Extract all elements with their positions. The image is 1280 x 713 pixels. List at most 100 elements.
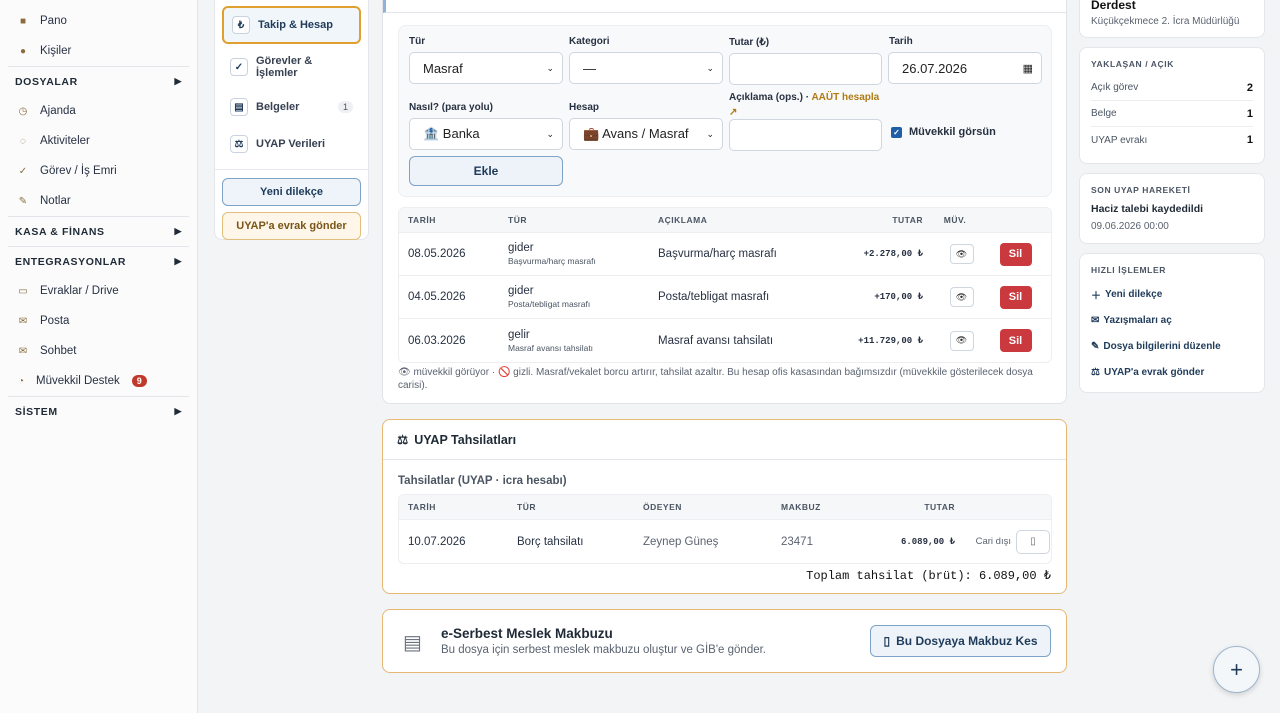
send-uyap-button[interactable]: UYAP'a evrak gönder — [222, 212, 361, 241]
row-type: Borç tahsilatı — [517, 535, 584, 548]
quick-send-uyap[interactable]: ⚖ UYAP'a evrak gönder — [1080, 359, 1264, 385]
last-action-date: 09.06.2026 00:00 — [1091, 221, 1169, 232]
date-input[interactable]: 26.07.2026 ▦ — [888, 52, 1042, 84]
sidebar-section-dosyalar[interactable]: DOSYALAR ▶ — [8, 66, 189, 96]
type-select[interactable]: Masraf ⌄ — [409, 52, 563, 84]
sidebar-item-pano[interactable]: ■ Pano — [0, 6, 197, 36]
table-row: 08.05.2026 gider Başvurma/harç masrafı Ba… — [399, 233, 1051, 276]
item-count: 1 — [1246, 107, 1253, 120]
note-icon: ✎ — [18, 195, 28, 207]
list-item[interactable]: Belge 1 — [1091, 101, 1253, 127]
client-visible-checkbox[interactable]: ✓ Müvekkil görsün — [891, 126, 996, 138]
delete-button[interactable]: Sil — [999, 329, 1032, 352]
sidebar-item-label: Görev / İş Emri — [40, 165, 117, 177]
sidebar-item-kisiler[interactable]: ● Kişiler — [0, 36, 197, 66]
tab-label: Takip & Hesap — [258, 18, 333, 31]
sidebar-item-gorev[interactable]: ✓ Görev / İş Emri — [0, 156, 197, 186]
ledger-table: TARİH TÜR AÇIKLAMA TUTAR MÜV. 08.05.2026… — [398, 207, 1052, 363]
list-item[interactable]: Açık görev 2 — [1091, 75, 1253, 101]
sidebar-item-evraklar[interactable]: ▭ Evraklar / Drive — [0, 276, 197, 306]
ledger-card: Tür Masraf ⌄ Kategori — ⌄ Tutar (₺) Tari… — [382, 0, 1067, 404]
quick-new-petition[interactable]: ＋ Yeni dilekçe — [1080, 281, 1264, 307]
chat-icon: ✉ — [18, 345, 28, 357]
chevron-right-icon: ▶ — [174, 226, 182, 236]
uyap-table: TARİH TÜR ÖDEYEN MAKBUZ TUTAR 10.07.2026… — [398, 494, 1052, 564]
sidebar-item-ajanda[interactable]: ◷ Ajanda — [0, 96, 197, 126]
uyap-collections-card: ⚖ UYAP Tahsilatları Tahsilatlar (UYAP · … — [382, 419, 1067, 594]
row-type-text: gelir — [508, 328, 530, 341]
row-date: 08.05.2026 — [408, 248, 466, 260]
sidebar-item-aktiviteler[interactable]: ◌ Aktiviteler — [0, 126, 197, 156]
court-name: Küçükçekmece 2. İcra Müdürlüğü — [1091, 16, 1240, 27]
case-summary-card: Derdest Küçükçekmece 2. İcra Müdürlüğü — [1079, 0, 1265, 38]
category-label: Kategori — [569, 36, 610, 47]
account-select[interactable]: 💼 Avans / Masraf ⌄ — [569, 118, 723, 150]
new-petition-button[interactable]: Yeni dilekçe — [222, 178, 361, 207]
row-amount: +2.278,00 ₺ — [863, 249, 923, 259]
collection-total: Toplam tahsilat (brüt): 6.089,00 ₺ — [806, 569, 1051, 583]
scales-icon: ⚖ — [1091, 366, 1100, 378]
row-desc: Posta/tebligat masrafı — [658, 291, 770, 303]
issue-receipt-button[interactable]: ▯ Bu Dosyaya Makbuz Kes — [870, 625, 1051, 657]
payment-method-select[interactable]: 🏦 Banka ⌄ — [409, 118, 563, 150]
unread-badge: 9 — [131, 375, 147, 387]
sidebar-section-sistem[interactable]: SİSTEM ▶ — [8, 396, 189, 426]
col-date: TARİH — [408, 502, 436, 512]
sidebar-item-posta[interactable]: ✉ Posta — [0, 306, 197, 336]
delete-button[interactable]: Sil — [999, 242, 1032, 266]
eye-icon[interactable]: 👁 — [949, 330, 974, 351]
sidebar-section-entegrasyonlar[interactable]: ENTEGRASYONLAR ▶ — [8, 246, 189, 276]
mail-icon: ✉ — [1091, 314, 1100, 326]
account-label: Hesap — [569, 102, 600, 113]
contacts-icon: ● — [19, 45, 27, 57]
row-type: gider Başvurma/harç masrafı — [499, 242, 649, 266]
list-item[interactable]: UYAP evrakı 1 — [1091, 127, 1253, 153]
tab-gorevler[interactable]: ✓ Görevler & İşlemler — [222, 47, 361, 87]
row-payer: Zeynep Güneş — [643, 535, 719, 548]
date-label: Tarih — [889, 36, 913, 47]
item-label: Açık görev — [1091, 82, 1139, 93]
chevron-down-icon: ⌄ — [706, 128, 714, 139]
add-fab-button[interactable]: + — [1213, 646, 1260, 693]
chevron-right-icon: ▶ — [174, 256, 182, 266]
receipt-icon[interactable]: ▯ — [1016, 529, 1050, 554]
chevron-down-icon: ⌄ — [546, 62, 554, 73]
add-entry-button[interactable]: Ekle — [409, 156, 563, 186]
amount-label: Tutar (₺) — [729, 37, 770, 48]
sidebar-item-label: Sohbet — [40, 345, 77, 357]
quick-edit-case[interactable]: ✎ Dosya bilgilerini düzenle — [1080, 333, 1264, 359]
row-amount: +11.729,00 ₺ — [858, 335, 923, 346]
activity-icon: ◌ — [20, 135, 26, 147]
dashboard-icon: ■ — [19, 15, 27, 27]
row-type: gider Posta/tebligat masrafı — [499, 285, 649, 309]
tab-takip-hesap[interactable]: ₺ Takip & Hesap — [222, 6, 361, 44]
sidebar-item-notlar[interactable]: ✎ Notlar — [0, 186, 197, 216]
category-select[interactable]: — ⌄ — [569, 52, 723, 84]
item-count: 1 — [1246, 134, 1253, 146]
quick-label: UYAP'a evrak gönder — [1103, 366, 1205, 378]
type-label: Tür — [409, 36, 426, 47]
eye-icon[interactable]: 👁 — [949, 244, 974, 264]
eye-icon[interactable]: 👁 — [949, 287, 974, 307]
tab-belgeler[interactable]: ▤ Belgeler 1 — [222, 90, 361, 124]
row-visibility: 👁 — [923, 244, 988, 264]
row-subtype: Posta/tebligat masrafı — [508, 299, 591, 309]
row-type-text: gider — [508, 242, 534, 254]
delete-button[interactable]: Sil — [999, 285, 1032, 309]
last-action-title: Haciz talebi kaydedildi — [1091, 203, 1204, 215]
description-input[interactable] — [729, 119, 882, 151]
sidebar-item-muvekkil-destek[interactable]: ◔ Müvekkil Destek 9 — [0, 366, 197, 396]
table-header: TARİH TÜR AÇIKLAMA TUTAR MÜV. — [399, 208, 1051, 233]
row-actions: Sil — [988, 285, 1043, 309]
row-desc: Masraf avansı tahsilatı — [658, 334, 774, 347]
support-icon: ◔ — [18, 375, 25, 387]
sidebar-item-label: Kişiler — [40, 45, 72, 57]
sidebar-section-kasa[interactable]: KASA & FİNANS ▶ — [8, 216, 189, 246]
row-amount: +170,00 ₺ — [874, 292, 923, 302]
case-status: Derdest — [1091, 0, 1136, 12]
amount-input[interactable] — [729, 53, 882, 85]
sidebar-item-sohbet[interactable]: ✉ Sohbet — [0, 336, 197, 366]
quick-open-correspondence[interactable]: ✉ Yazışmaları aç — [1080, 307, 1264, 333]
chevron-right-icon: ▶ — [174, 406, 182, 416]
tab-uyap-verileri[interactable]: ⚖ UYAP Verileri — [222, 127, 361, 161]
